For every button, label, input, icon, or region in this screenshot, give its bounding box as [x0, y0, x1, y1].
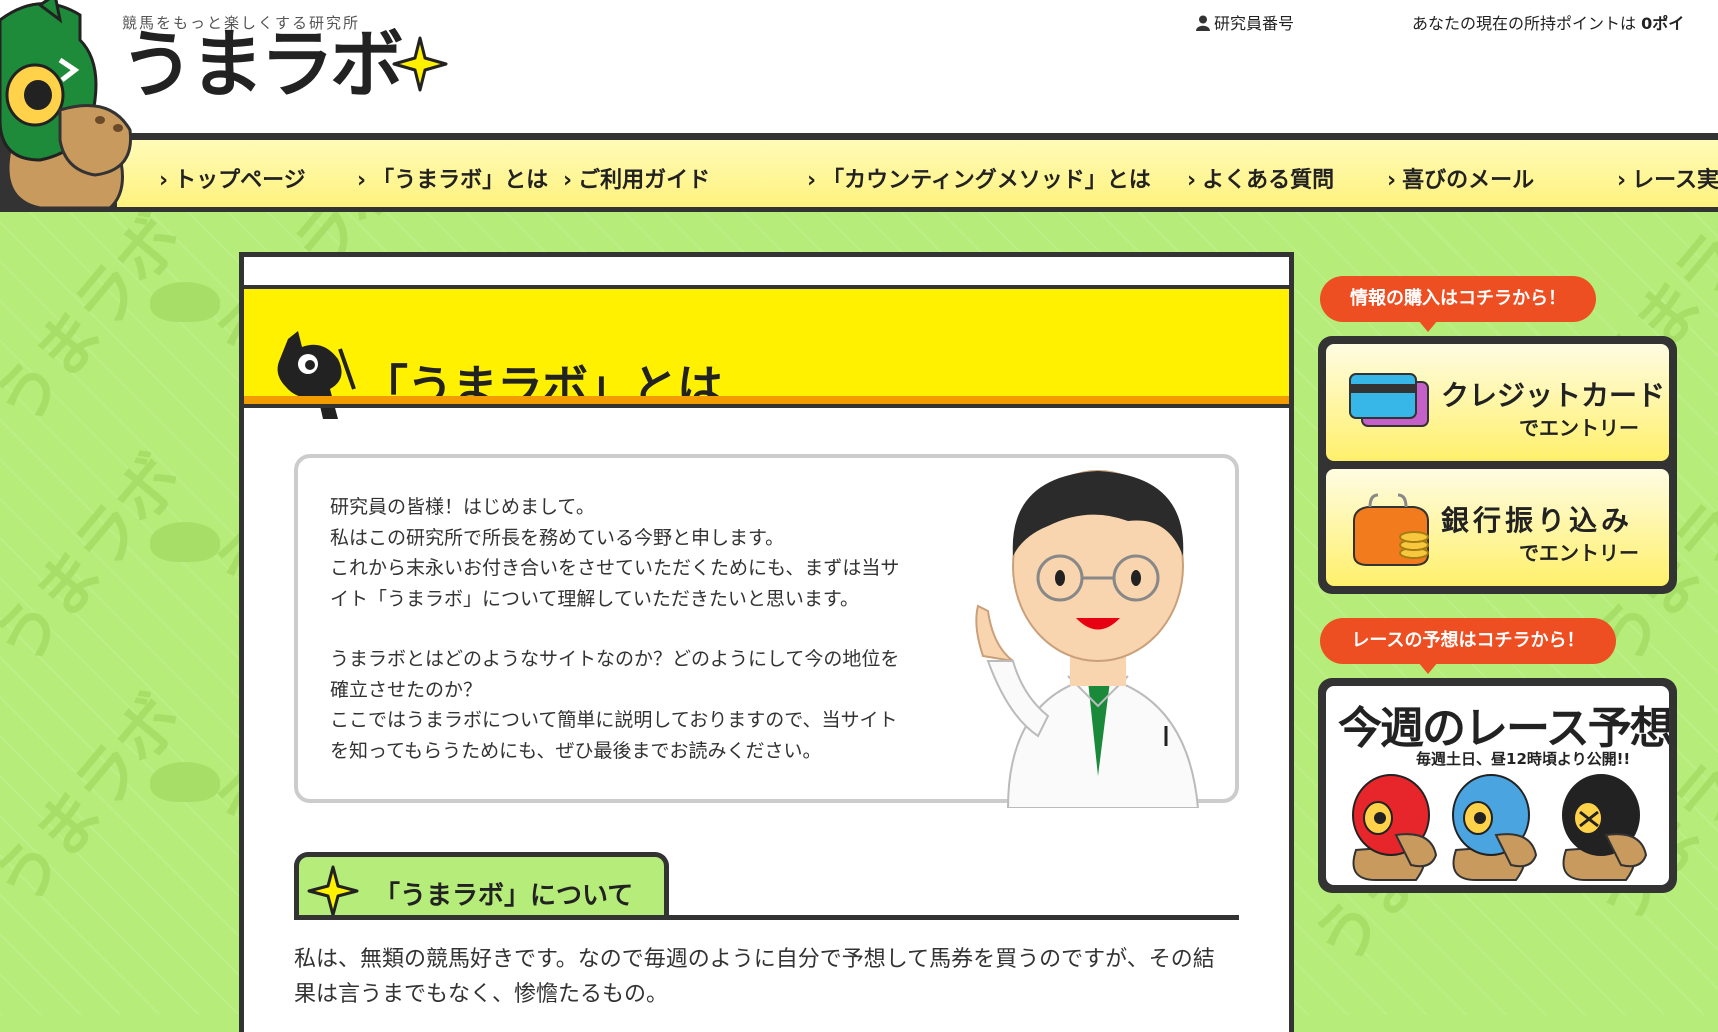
site-header: 競馬をもっと楽しくする研究所 うまラボ 研究員番号 あなたの現在の所持ポイントは…	[0, 0, 1718, 133]
nav-item-guide[interactable]: › ご利用ガイド	[563, 162, 710, 194]
section-tab: 「うまラボ」について	[294, 852, 669, 920]
nav-item-testimonials[interactable]: › 喜びのメール	[1387, 162, 1534, 194]
nav-bar-inner: › トップページ › 「うまラボ」とは › ご利用ガイド › 「カウンティングメソッド」…	[114, 137, 1718, 210]
page-title-bar: 「うまラボ」とは	[244, 289, 1289, 419]
chevron-right-icon: ›	[807, 168, 817, 193]
nav-item-faq[interactable]: › よくある質問	[1187, 162, 1334, 194]
chevron-right-icon: ›	[1617, 168, 1627, 193]
credit-card-sublabel: でエントリー	[1519, 416, 1639, 440]
person-icon	[1196, 15, 1210, 31]
nav-label: 「うまラボ」とは	[372, 168, 549, 193]
body-line: 果は言うまでもなく、惨憺たるもの。	[294, 982, 669, 1007]
section-heading: 「うまラボ」について	[294, 852, 1239, 920]
body-line: 私は、無類の競馬好きです。なので毎週のように自分で予想して馬券を買うのですが、そ…	[294, 947, 1215, 972]
bg-pony-icon	[150, 522, 220, 562]
race-bubble-label: レースの予想はコチラから！	[1351, 630, 1585, 651]
three-horses-illustration	[1352, 774, 1648, 881]
nav-item-top[interactable]: › トップページ	[159, 162, 306, 194]
doctor-illustration	[975, 470, 1200, 808]
nav-item-race-results[interactable]: › レース実	[1617, 162, 1718, 194]
chevron-right-icon: ›	[1187, 168, 1197, 193]
nav-label: ご利用ガイド	[578, 168, 711, 193]
chevron-right-icon: ›	[1387, 168, 1397, 193]
intro-line: 研究員の皆様！はじめまして。	[330, 496, 595, 518]
bubble-tail	[1418, 662, 1438, 674]
global-nav: › トップページ › 「うまラボ」とは › ご利用ガイド › 「カウンティングメソッド」…	[0, 133, 1718, 212]
credit-card-label: クレジットカード	[1441, 379, 1666, 412]
main-content: 「うまラボ」とは 研究員の皆様！はじめまして。 私はこの研究所で所長を務めている…	[239, 252, 1294, 1032]
bank-transfer-entry-button[interactable]: 銀行振り込み でエントリー	[1326, 469, 1669, 586]
chevron-right-icon: ›	[563, 168, 573, 193]
intro-box: 研究員の皆様！はじめまして。 私はこの研究所で所長を務めている今野と申します。 …	[294, 454, 1239, 808]
section-title: 「うまラボ」について	[374, 881, 634, 911]
intro-line: うまラボとはどのようなサイトなのか？どのようにして今の地位を	[330, 648, 900, 670]
nav-label: レース実	[1632, 168, 1718, 193]
intro-paragraph: うまラボとはどのようなサイトなのか？どのようにして今の地位を 確立させたのか？ …	[330, 644, 930, 766]
race-bubble: レースの予想はコチラから！	[1320, 618, 1616, 674]
title-orange-stripe	[244, 396, 1289, 404]
bg-pony-icon	[150, 282, 220, 322]
title-dark-line	[244, 404, 1289, 408]
coin-purse-icon	[1353, 493, 1429, 566]
bank-transfer-sublabel: でエントリー	[1519, 541, 1639, 565]
credit-card-entry-button[interactable]: クレジットカード でエントリー	[1326, 344, 1669, 461]
points-display: あなたの現在の所持ポイントは 0ポイ	[1412, 10, 1684, 34]
site-logo[interactable]: うまラボ	[120, 28, 404, 102]
section-underline	[294, 915, 1239, 920]
nav-label: 「カウンティングメソッド」とは	[822, 168, 1151, 193]
entry-options: クレジットカード でエントリー 銀行振り込み でエントリー	[1318, 336, 1677, 594]
race-banner-subtitle: 毎週土日、昼12時頃より公開!!	[1416, 750, 1631, 768]
sparkle-icon	[392, 36, 448, 92]
race-banner-title: 今週のレース予想	[1338, 703, 1669, 754]
intro-text: 研究員の皆様！はじめまして。 私はこの研究所で所長を務めている今野と申します。 …	[330, 492, 930, 796]
researcher-id: 研究員番号	[1196, 10, 1294, 34]
purchase-bubble: 情報の購入はコチラから！	[1320, 276, 1596, 332]
horse-silhouette-icon	[277, 331, 356, 419]
race-banner-inner: 今週のレース予想 毎週土日、昼12時頃より公開!!	[1326, 686, 1669, 885]
nav-item-counting-method[interactable]: › 「カウンティングメソッド」とは	[807, 162, 1151, 194]
points-label: あなたの現在の所持ポイントは	[1412, 14, 1637, 33]
bg-pony-icon	[150, 762, 220, 802]
nav-label: 喜びのメール	[1402, 168, 1535, 193]
intro-line: イト「うまラボ」について理解していただきたいと思います。	[330, 587, 859, 610]
bubble-tail	[1418, 320, 1438, 332]
researcher-id-label: 研究員番号	[1214, 14, 1295, 33]
intro-line: ここではうまラボについて簡単に説明しておりますので、当サイト	[330, 709, 898, 731]
chevron-right-icon: ›	[159, 168, 169, 193]
bank-transfer-label: 銀行振り込み	[1441, 504, 1634, 537]
mascot-horse-image	[0, 0, 133, 210]
intro-line: これから末永いお付き合いをさせていただくためにも、まずは当サ	[330, 557, 900, 579]
intro-line: 私はこの研究所で所長を務めている今野と申します。	[330, 526, 785, 549]
points-value: 0ポイ	[1641, 14, 1685, 33]
intro-line: 確立させたのか？	[330, 678, 483, 701]
sparkle-icon	[307, 865, 359, 917]
panel-top-strip	[244, 257, 1289, 289]
race-prediction-banner[interactable]: 今週のレース予想 毎週土日、昼12時頃より公開!!	[1318, 678, 1677, 893]
intro-line: を知ってもらうためにも、ぜひ最後までお読みください。	[330, 739, 822, 762]
body-text: 私は、無類の競馬好きです。なので毎週のように自分で予想して馬券を買うのですが、そ…	[294, 942, 1239, 1012]
nav-label: トップページ	[174, 168, 306, 193]
intro-paragraph: 研究員の皆様！はじめまして。 私はこの研究所で所長を務めている今野と申します。 …	[330, 492, 930, 614]
purchase-bubble-label: 情報の購入はコチラから！	[1350, 288, 1566, 309]
bg-watermark-logo: うまラボ	[0, 212, 197, 441]
nav-label: よくある質問	[1202, 168, 1335, 193]
nav-item-about[interactable]: › 「うまラボ」とは	[357, 162, 548, 194]
chevron-right-icon: ›	[357, 168, 367, 193]
credit-card-icon	[1349, 373, 1429, 427]
